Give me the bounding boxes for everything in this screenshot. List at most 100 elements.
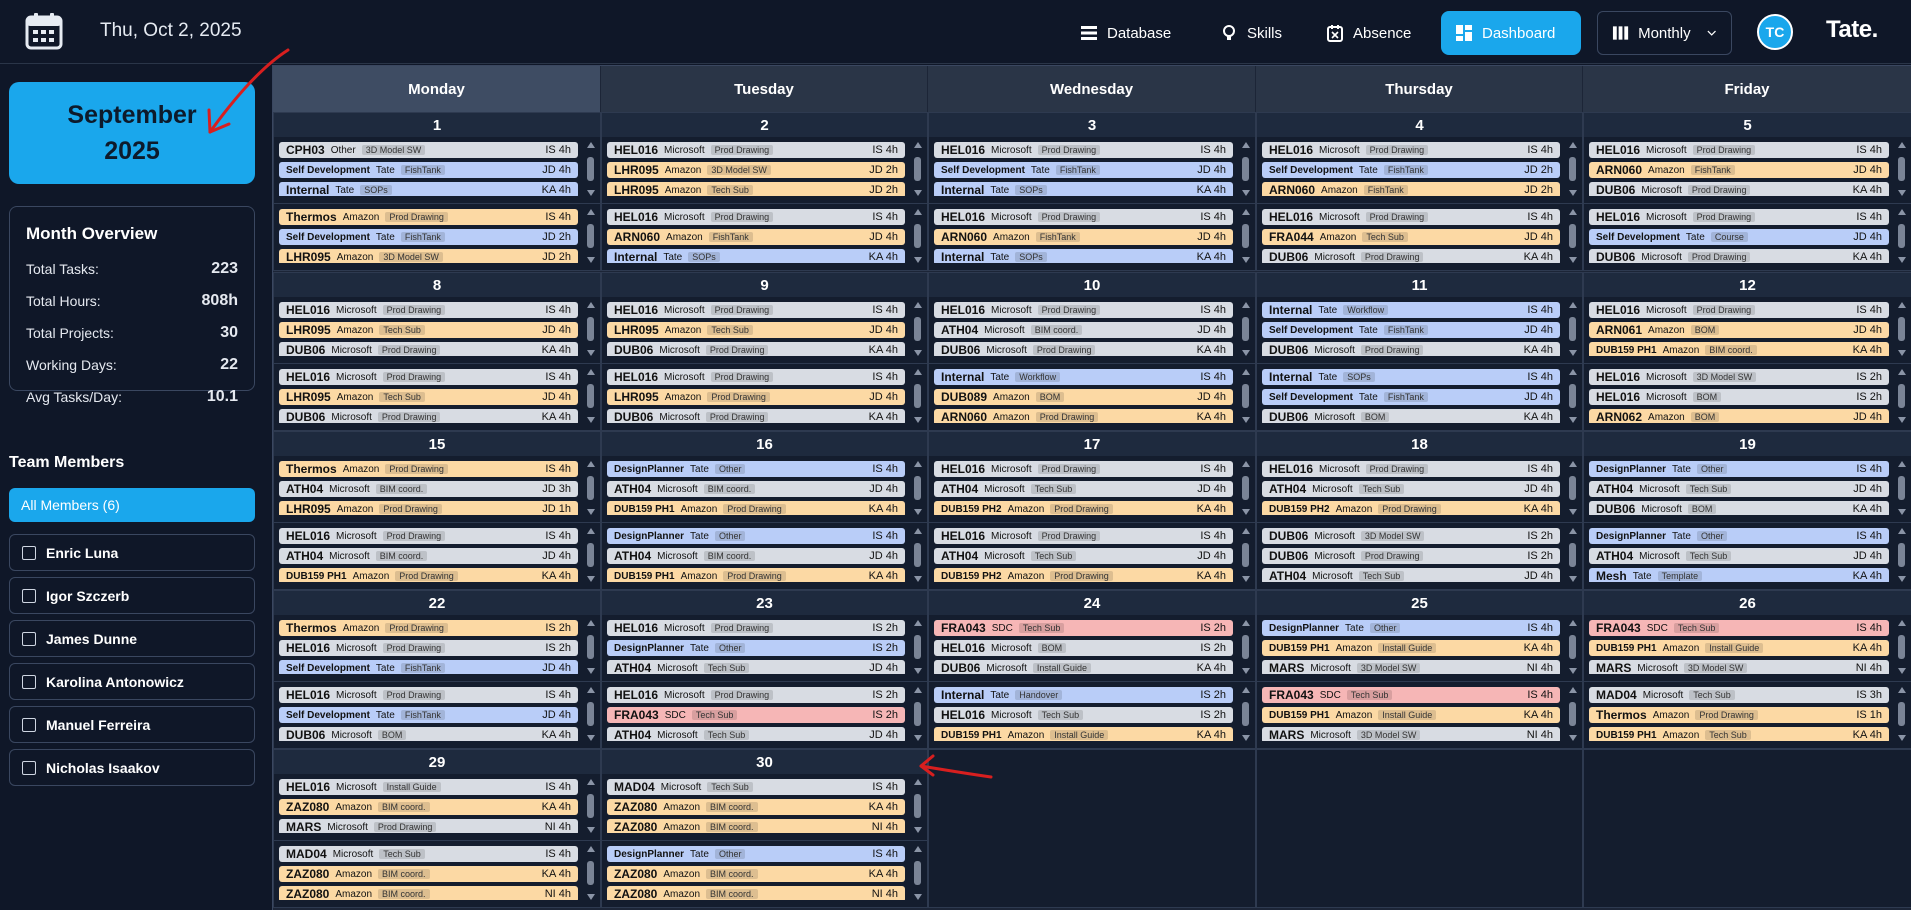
scroll-down-icon[interactable] bbox=[913, 735, 922, 741]
task-item[interactable]: DUB159 PH1 Amazon Prod Drawing KA 4h bbox=[607, 501, 905, 515]
all-members-button[interactable]: All Members (6) bbox=[9, 488, 255, 522]
database-button[interactable]: Database bbox=[1066, 11, 1185, 55]
task-item[interactable]: MARS Microsoft 3D Model SW NI 4h bbox=[1262, 727, 1560, 741]
scroll-up-icon[interactable] bbox=[1568, 461, 1577, 467]
day-cell[interactable]: 10 HEL016 Microsoft Prod Drawing IS 4h ATH04 M… bbox=[928, 272, 1256, 431]
day-cell[interactable]: 5 HEL016 Microsoft Prod Drawing IS 4h ARN060 A… bbox=[1583, 112, 1911, 271]
task-item[interactable]: HEL016 Microsoft Prod Drawing IS 4h bbox=[1589, 302, 1889, 318]
slot-scrollbar[interactable] bbox=[913, 209, 922, 263]
scroll-up-icon[interactable] bbox=[1241, 142, 1250, 148]
task-item[interactable]: DUB06 Microsoft Prod Drawing KA 4h bbox=[934, 342, 1233, 356]
member-checkbox[interactable] bbox=[22, 760, 36, 775]
task-item[interactable]: DUB159 PH1 Amazon Install Guide KA 4h bbox=[1589, 640, 1889, 656]
day-cell[interactable]: 16 DesignPlanner Tate Other IS 4h ATH04 Micros… bbox=[601, 431, 928, 590]
scroll-up-icon[interactable] bbox=[913, 687, 922, 693]
scroll-thumb[interactable] bbox=[1898, 702, 1905, 726]
slot-scrollbar[interactable] bbox=[913, 528, 922, 582]
scroll-up-icon[interactable] bbox=[1897, 620, 1906, 626]
avatar[interactable]: TC bbox=[1757, 14, 1793, 50]
scroll-down-icon[interactable] bbox=[1241, 509, 1250, 515]
task-item[interactable]: HEL016 Microsoft Prod Drawing IS 4h bbox=[934, 461, 1233, 477]
scroll-down-icon[interactable] bbox=[1241, 257, 1250, 263]
scroll-up-icon[interactable] bbox=[1897, 528, 1906, 534]
task-item[interactable]: ARN060 Amazon FishTank JD 4h bbox=[934, 229, 1233, 245]
task-item[interactable]: DUB06 Microsoft Prod Drawing KA 4h bbox=[279, 409, 578, 423]
member-item[interactable]: Manuel Ferreira bbox=[9, 706, 255, 743]
scroll-thumb[interactable] bbox=[914, 224, 921, 248]
scroll-down-icon[interactable] bbox=[586, 735, 595, 741]
day-cell[interactable]: 22 Thermos Amazon Prod Drawing IS 2h HEL016 Mi… bbox=[273, 590, 601, 749]
day-cell[interactable]: 29 HEL016 Microsoft Install Guide IS 4h ZAZ08… bbox=[273, 749, 601, 908]
slot-scrollbar[interactable] bbox=[1568, 142, 1577, 196]
scroll-down-icon[interactable] bbox=[1897, 668, 1906, 674]
slot-scrollbar[interactable] bbox=[586, 779, 595, 833]
slot-scrollbar[interactable] bbox=[1568, 620, 1577, 674]
task-item[interactable]: Self Development Tate FishTank JD 2h bbox=[1262, 162, 1560, 178]
scroll-up-icon[interactable] bbox=[913, 620, 922, 626]
task-item[interactable]: DesignPlanner Tate Other IS 4h bbox=[607, 846, 905, 862]
scroll-up-icon[interactable] bbox=[1897, 687, 1906, 693]
scroll-down-icon[interactable] bbox=[1241, 190, 1250, 196]
scroll-thumb[interactable] bbox=[1569, 384, 1576, 408]
scroll-thumb[interactable] bbox=[587, 861, 594, 885]
task-item[interactable]: MAD04 Microsoft Tech Sub IS 4h bbox=[279, 846, 578, 862]
scroll-thumb[interactable] bbox=[1569, 317, 1576, 341]
scroll-thumb[interactable] bbox=[1242, 635, 1249, 659]
slot-scrollbar[interactable] bbox=[1241, 461, 1250, 515]
task-item[interactable]: Internal Tate Workflow IS 4h bbox=[934, 369, 1233, 385]
scroll-thumb[interactable] bbox=[587, 224, 594, 248]
task-item[interactable]: HEL016 Microsoft Prod Drawing IS 4h bbox=[1589, 142, 1889, 158]
task-item[interactable]: DUB06 Microsoft 3D Model SW IS 2h bbox=[1262, 528, 1560, 544]
scroll-thumb[interactable] bbox=[914, 702, 921, 726]
slot-scrollbar[interactable] bbox=[1897, 209, 1906, 263]
scroll-down-icon[interactable] bbox=[586, 894, 595, 900]
scroll-thumb[interactable] bbox=[1242, 476, 1249, 500]
task-item[interactable]: ATH04 Microsoft Tech Sub JD 4h bbox=[934, 548, 1233, 564]
task-item[interactable]: Self Development Tate FishTank JD 4h bbox=[279, 162, 578, 178]
scroll-up-icon[interactable] bbox=[586, 846, 595, 852]
slot-scrollbar[interactable] bbox=[1568, 528, 1577, 582]
task-item[interactable]: ARN060 Amazon FishTank JD 4h bbox=[1589, 162, 1889, 178]
member-checkbox[interactable] bbox=[22, 588, 36, 603]
task-item[interactable]: DUB06 Microsoft Prod Drawing KA 4h bbox=[279, 342, 578, 356]
scroll-up-icon[interactable] bbox=[586, 779, 595, 785]
task-item[interactable]: HEL016 Microsoft BOM IS 2h bbox=[934, 640, 1233, 656]
task-item[interactable]: Internal Tate Workflow IS 4h bbox=[1262, 302, 1560, 318]
scroll-down-icon[interactable] bbox=[1568, 417, 1577, 423]
task-item[interactable]: ARN060 Amazon Prod Drawing KA 4h bbox=[934, 409, 1233, 423]
task-item[interactable]: Internal Tate Handover IS 2h bbox=[934, 687, 1233, 703]
slot-scrollbar[interactable] bbox=[1241, 620, 1250, 674]
scroll-thumb[interactable] bbox=[1898, 476, 1905, 500]
scroll-down-icon[interactable] bbox=[1897, 509, 1906, 515]
scroll-up-icon[interactable] bbox=[1897, 302, 1906, 308]
scroll-down-icon[interactable] bbox=[913, 417, 922, 423]
scroll-down-icon[interactable] bbox=[1897, 257, 1906, 263]
task-item[interactable]: DUB06 Microsoft BOM KA 4h bbox=[1262, 409, 1560, 423]
task-item[interactable]: HEL016 Microsoft Prod Drawing IS 4h bbox=[1589, 209, 1889, 225]
task-item[interactable]: DesignPlanner Tate Other IS 4h bbox=[1589, 461, 1889, 477]
view-mode-select[interactable]: Monthly bbox=[1597, 11, 1732, 55]
scroll-up-icon[interactable] bbox=[913, 209, 922, 215]
scroll-down-icon[interactable] bbox=[586, 827, 595, 833]
task-item[interactable]: HEL016 Microsoft Prod Drawing IS 4h bbox=[279, 687, 578, 703]
slot-scrollbar[interactable] bbox=[1568, 687, 1577, 741]
task-item[interactable]: MARS Microsoft 3D Model SW NI 4h bbox=[1589, 660, 1889, 674]
task-item[interactable]: Self Development Tate FishTank JD 4h bbox=[934, 162, 1233, 178]
scroll-down-icon[interactable] bbox=[913, 827, 922, 833]
task-item[interactable]: DUB06 Microsoft Prod Drawing KA 4h bbox=[1589, 249, 1889, 263]
member-checkbox[interactable] bbox=[22, 545, 36, 560]
scroll-down-icon[interactable] bbox=[586, 350, 595, 356]
scroll-up-icon[interactable] bbox=[1568, 687, 1577, 693]
scroll-down-icon[interactable] bbox=[1241, 576, 1250, 582]
task-item[interactable]: Self Development Tate FishTank JD 4h bbox=[279, 660, 578, 674]
scroll-up-icon[interactable] bbox=[586, 302, 595, 308]
slot-scrollbar[interactable] bbox=[1568, 209, 1577, 263]
task-item[interactable]: DesignPlanner Tate Other IS 2h bbox=[607, 640, 905, 656]
task-item[interactable]: HEL016 Microsoft Prod Drawing IS 2h bbox=[607, 620, 905, 636]
task-item[interactable]: HEL016 Microsoft Prod Drawing IS 4h bbox=[934, 209, 1233, 225]
task-item[interactable]: ATH04 Microsoft Tech Sub JD 4h bbox=[1589, 481, 1889, 497]
task-item[interactable]: MARS Microsoft Prod Drawing NI 4h bbox=[279, 819, 578, 833]
task-item[interactable]: FRA043 SDC Tech Sub IS 2h bbox=[607, 707, 905, 723]
dashboard-button[interactable]: Dashboard bbox=[1441, 11, 1581, 55]
task-item[interactable]: DUB06 Microsoft Prod Drawing KA 4h bbox=[1262, 249, 1560, 263]
